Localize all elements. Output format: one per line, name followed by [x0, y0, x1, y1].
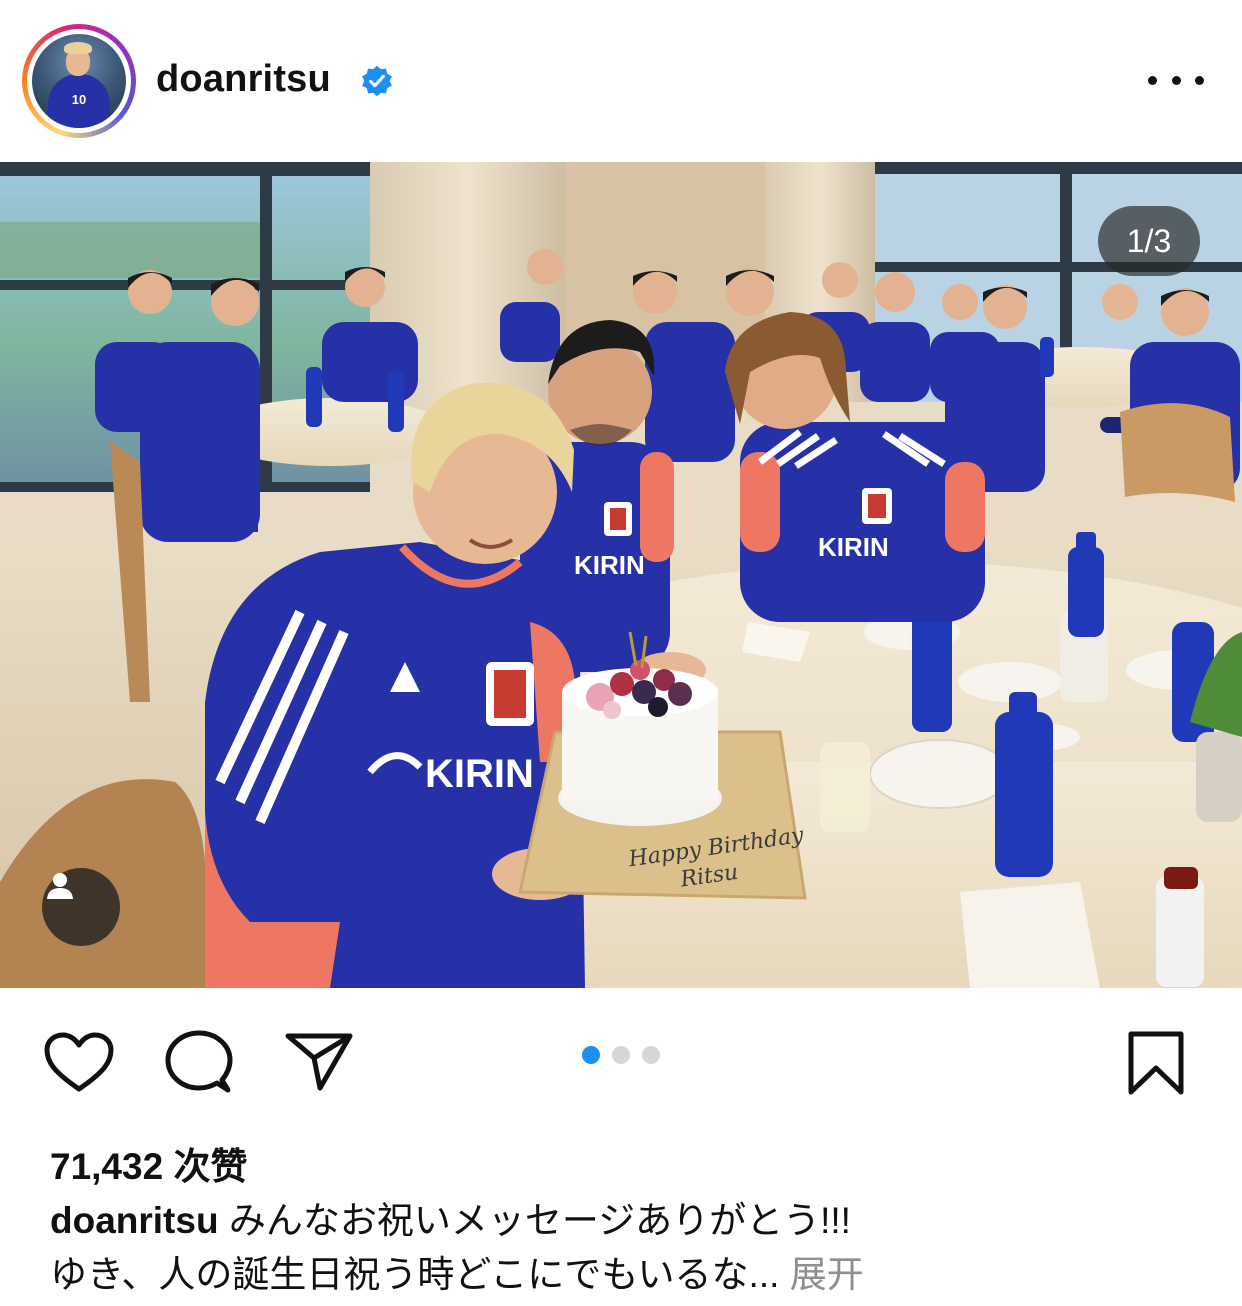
caption-text-line1: みんなお祝いメッセージありがとう!!!	[228, 1200, 851, 1241]
avatar-jersey-number: 10	[71, 92, 87, 107]
username[interactable]: doanritsu	[156, 58, 331, 101]
heart-icon[interactable]	[44, 1032, 114, 1094]
user-tag-icon	[47, 873, 73, 899]
post-header: 10 doanritsu	[0, 0, 1242, 162]
post-image[interactable]: KIRIN KIRIN KIRIN Happy Birthday Ritsu 1…	[0, 162, 1242, 988]
send-icon[interactable]	[284, 1030, 354, 1094]
carousel-dot	[582, 1046, 600, 1064]
carousel-indicator	[582, 1046, 660, 1064]
svg-text:KIRIN: KIRIN	[818, 532, 889, 562]
caption: doanritsu みんなお祝いメッセージありがとう!!! ゆき、人の誕生日祝う…	[50, 1194, 1210, 1302]
carousel-dot	[612, 1046, 630, 1064]
story-ring[interactable]: 10	[22, 24, 136, 138]
more-options-button[interactable]	[1148, 60, 1204, 100]
image-counter: 1/3	[1098, 206, 1200, 276]
likes-count[interactable]: 71,432 次赞	[50, 1136, 247, 1190]
verified-badge-icon	[362, 65, 392, 97]
expand-caption-link[interactable]: 展开	[790, 1254, 864, 1295]
comment-icon[interactable]	[164, 1030, 234, 1096]
bookmark-icon[interactable]	[1126, 1030, 1186, 1096]
caption-username[interactable]: doanritsu	[50, 1200, 219, 1241]
team-birthday-photo: KIRIN KIRIN KIRIN Happy Birthday Ritsu	[0, 162, 1242, 988]
more-horizontal-icon	[1148, 75, 1157, 85]
jersey-sponsor-text: KIRIN	[425, 752, 534, 796]
carousel-dot	[642, 1046, 660, 1064]
avatar[interactable]: 10	[32, 34, 126, 128]
caption-text-line2: ゆき、人の誕生日祝う時どこにでもいるな...	[50, 1254, 780, 1295]
tagged-users-button[interactable]	[42, 868, 120, 946]
svg-text:KIRIN: KIRIN	[574, 550, 645, 580]
